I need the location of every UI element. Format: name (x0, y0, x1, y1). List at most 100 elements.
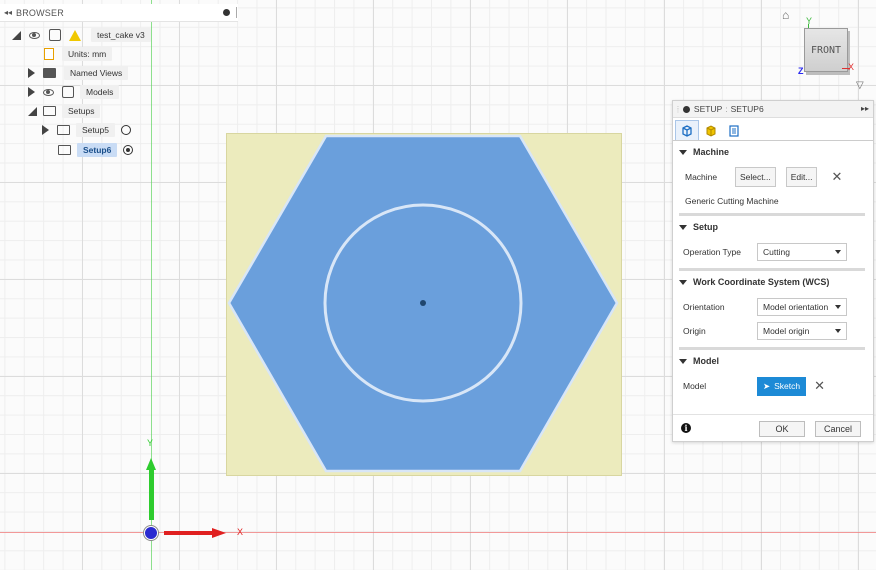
cancel-button[interactable]: Cancel (815, 421, 861, 437)
tree-item-label: Models (80, 85, 120, 99)
stock-tab-icon (706, 124, 716, 137)
orientation-label: Orientation (683, 302, 725, 312)
tab-stock[interactable] (700, 121, 722, 140)
orientation-select[interactable]: Model orientation (757, 298, 847, 316)
section-title-text: Setup (693, 222, 719, 232)
model-section-title[interactable]: Model (679, 350, 865, 374)
view-cube-face[interactable]: FRONT (811, 45, 841, 56)
expand-panel-icon[interactable]: ▸▸ (861, 104, 869, 113)
tree-item-setups[interactable]: Setups (28, 102, 101, 120)
edit-machine-button[interactable]: Edit... (785, 167, 818, 187)
model-selection-value: Sketch (774, 381, 801, 391)
eye-icon[interactable] (43, 88, 54, 96)
y-arrow (149, 468, 154, 520)
folder-icon (43, 106, 56, 116)
machine-name-row: Generic Cutting Machine (679, 189, 865, 213)
model-section: Model Model ➤ Sketch ✕ (679, 350, 865, 398)
active-radio[interactable] (120, 125, 131, 135)
cube-axis-z-label: Z (798, 66, 804, 76)
tree-item-setup5[interactable]: Setup5 (42, 121, 131, 139)
cube-axis-x-label: X (848, 62, 855, 72)
active-radio[interactable] (123, 145, 134, 155)
folder-icon (43, 68, 56, 78)
section-title-text: Machine (693, 147, 730, 157)
warning-icon (69, 29, 81, 41)
caret-down-icon (679, 358, 687, 364)
pin-icon[interactable] (223, 9, 230, 16)
ok-button[interactable]: OK (759, 421, 805, 437)
machine-name: Generic Cutting Machine (685, 196, 779, 206)
cursor-icon: ➤ (763, 380, 771, 391)
select-machine-button[interactable]: Select... (735, 167, 776, 187)
collapse-icon[interactable]: ◂◂ (0, 8, 16, 17)
cube-axis-y-label: Y (806, 16, 813, 26)
triad-x-label: X (237, 527, 244, 537)
clear-machine-icon[interactable]: ✕ (831, 169, 842, 185)
section-title-text: Model (693, 356, 719, 366)
select-value: Model orientation (763, 302, 829, 312)
home-icon[interactable]: ⌂ (782, 8, 789, 22)
origin-select[interactable]: Model origin (757, 322, 847, 340)
chevron-down-icon (835, 250, 841, 254)
tree-item-models[interactable]: Models (28, 83, 120, 101)
folder-icon (57, 125, 70, 135)
caret-down-icon (679, 224, 687, 230)
tree-item-setup6[interactable]: Setup6 (58, 141, 134, 159)
x-axis-line (0, 532, 876, 533)
tree-item-units[interactable]: Units: mm (44, 45, 113, 63)
triad-y-label: Y (147, 438, 154, 448)
panel-tabs (673, 118, 873, 141)
view-cube[interactable]: FRONT (804, 28, 848, 72)
info-icon[interactable]: i (681, 423, 691, 433)
operation-type-row: Operation Type Cutting (679, 240, 865, 264)
tree-item-document[interactable]: test_cake v3 (12, 26, 151, 44)
tree-item-label: Named Views (64, 66, 129, 80)
panel-handle-icon[interactable]: ⦙ (677, 104, 679, 115)
expand-icon[interactable] (28, 106, 37, 116)
expand-icon[interactable] (28, 68, 35, 78)
machine-section: Machine Machine Select... Edit... ✕ Gene… (679, 141, 865, 216)
divider (236, 7, 237, 18)
wcs-section-title[interactable]: Work Coordinate System (WCS) (679, 271, 865, 295)
clear-model-icon[interactable]: ✕ (814, 378, 825, 394)
panel-title-prefix: SETUP (693, 104, 723, 114)
tab-setup[interactable] (675, 120, 699, 140)
chevron-down-icon[interactable]: ▽ (856, 80, 864, 91)
select-value: Cutting (763, 247, 790, 257)
tab-post-process[interactable] (723, 121, 745, 140)
setup-section-title[interactable]: Setup (679, 216, 865, 240)
eye-icon[interactable] (29, 31, 40, 39)
origin-row: Origin Model origin (679, 319, 865, 343)
browser-header: ◂◂ BROWSER (0, 4, 238, 22)
chevron-down-icon (835, 329, 841, 333)
expand-icon[interactable] (42, 125, 49, 135)
caret-down-icon (679, 149, 687, 155)
expand-icon[interactable] (28, 87, 35, 97)
component-icon (49, 29, 61, 41)
origin-label: Origin (683, 326, 706, 336)
x-arrow (164, 531, 214, 535)
pin-icon[interactable] (682, 105, 690, 113)
panel-title-name: SETUP6 (730, 104, 764, 114)
post-process-tab-icon (729, 124, 739, 137)
chevron-down-icon (835, 305, 841, 309)
machine-section-title[interactable]: Machine (679, 141, 865, 165)
model-row: Model ➤ Sketch ✕ (679, 374, 865, 398)
folder-icon (58, 145, 71, 155)
tree-item-label: Units: mm (62, 47, 113, 61)
expand-icon[interactable] (12, 30, 21, 40)
document-icon (44, 48, 54, 60)
origin-icon[interactable] (144, 526, 158, 540)
tree-item-named-views[interactable]: Named Views (28, 64, 129, 82)
operation-type-select[interactable]: Cutting (757, 243, 847, 261)
orientation-row: Orientation Model orientation (679, 295, 865, 319)
panel-title-sep: : (725, 104, 728, 114)
select-value: Model origin (763, 326, 810, 336)
setup-tab-icon (682, 124, 692, 137)
tree-item-label: test_cake v3 (91, 28, 151, 42)
operation-type-label: Operation Type (683, 247, 741, 257)
x-arrow-head (212, 528, 226, 538)
model-selection-button[interactable]: ➤ Sketch (757, 376, 807, 396)
hex-model[interactable] (226, 133, 620, 474)
browser-title: BROWSER (16, 7, 64, 18)
